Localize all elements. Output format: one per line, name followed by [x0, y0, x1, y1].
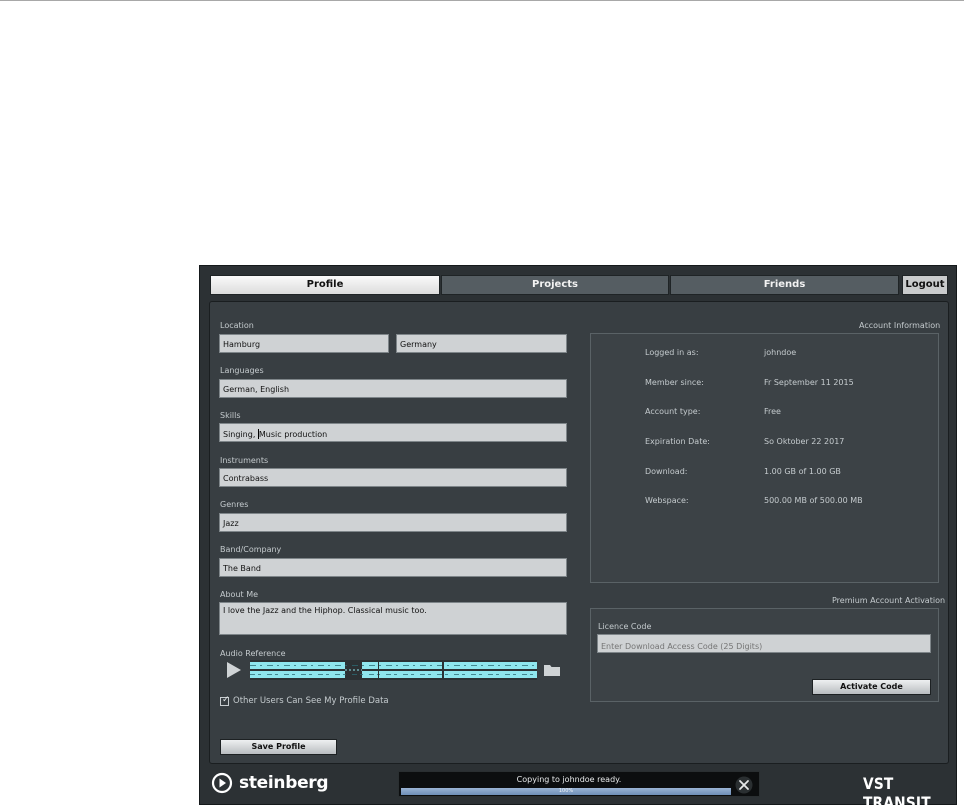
steinberg-logo-icon	[211, 772, 233, 794]
account-value-expiration: So Oktober 22 2017	[764, 437, 845, 446]
folder-icon[interactable]	[544, 664, 560, 676]
band-input[interactable]: The Band	[219, 558, 567, 577]
audio-reference-label: Audio Reference	[220, 649, 286, 658]
account-value-download: 1.00 GB of 1.00 GB	[764, 467, 841, 476]
steinberg-brand: steinberg	[239, 773, 329, 793]
save-profile-button[interactable]: Save Profile	[220, 739, 337, 755]
vst-transit-logo: VST TRANSIT	[863, 774, 931, 812]
instruments-label: Instruments	[220, 456, 269, 465]
languages-input[interactable]: German, English	[219, 379, 567, 398]
account-label-type: Account type:	[645, 407, 701, 416]
visibility-checkbox[interactable]: ✓	[220, 695, 230, 706]
licence-code-input[interactable]	[597, 634, 931, 653]
band-label: Band/Company	[220, 545, 282, 554]
skills-text-before: Singing,	[223, 430, 258, 439]
account-label-expiration: Expiration Date:	[645, 437, 710, 446]
premium-title: Premium Account Activation	[832, 596, 946, 605]
tab-profile[interactable]: Profile	[210, 275, 440, 295]
tab-projects[interactable]: Projects	[441, 275, 669, 295]
account-label-member-since: Member since:	[645, 378, 704, 387]
tab-friends[interactable]: Friends	[670, 275, 899, 295]
close-icon[interactable]	[734, 775, 754, 795]
account-info-title: Account Information	[859, 321, 941, 330]
account-value-username: johndoe	[764, 348, 797, 357]
licence-code-label: Licence Code	[598, 622, 652, 631]
account-label-webspace: Webspace:	[645, 496, 689, 505]
check-icon: ✓	[222, 695, 230, 705]
skills-input[interactable]: Singing, Music production	[219, 423, 567, 442]
genres-input[interactable]: Jazz	[219, 513, 567, 532]
about-textarea[interactable]: I love the Jazz and the Hiphop. Classica…	[219, 602, 567, 635]
progress-bar: 100%	[401, 788, 731, 795]
top-divider	[0, 0, 964, 1]
skills-text-after: Music production	[258, 430, 328, 439]
audio-waveform[interactable]	[250, 660, 537, 680]
instruments-input[interactable]: Contrabass	[219, 468, 567, 487]
location-label: Location	[220, 321, 254, 330]
languages-label: Languages	[220, 366, 264, 375]
city-input[interactable]: Hamburg	[219, 334, 389, 353]
about-label: About Me	[220, 590, 259, 599]
account-label-download: Download:	[645, 467, 688, 476]
status-bar: Copying to johndoe ready. 100%	[398, 771, 760, 797]
account-label-username: Logged in as:	[645, 348, 699, 357]
country-input[interactable]: Germany	[396, 334, 567, 353]
logout-button[interactable]: Logout	[902, 275, 948, 295]
status-message: Copying to johndoe ready.	[516, 775, 622, 784]
account-value-webspace: 500.00 MB of 500.00 MB	[764, 496, 863, 505]
progress-text: 100%	[558, 788, 574, 794]
activate-code-button[interactable]: Activate Code	[812, 679, 931, 695]
account-value-member-since: Fr September 11 2015	[764, 378, 854, 387]
genres-label: Genres	[220, 500, 249, 509]
play-icon[interactable]	[227, 662, 241, 678]
visibility-label: Other Users Can See My Profile Data	[233, 696, 389, 706]
account-value-type: Free	[764, 407, 781, 416]
account-info-box	[590, 333, 939, 583]
skills-label: Skills	[220, 411, 241, 420]
